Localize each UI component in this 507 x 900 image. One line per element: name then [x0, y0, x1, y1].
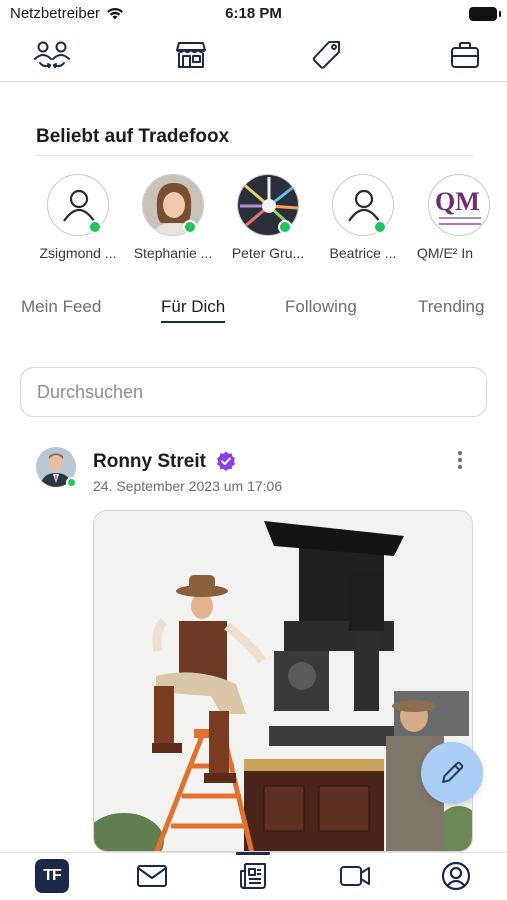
- popular-user-name: Stephanie ...: [133, 245, 213, 261]
- tab-following[interactable]: Following: [285, 297, 357, 317]
- popular-user-name: Zsigmond ...: [39, 245, 117, 261]
- popular-users-carousel[interactable]: Zsigmond ... Stephanie ... Peter Gru... …: [0, 174, 507, 274]
- store-icon[interactable]: [171, 38, 211, 72]
- briefcase-icon[interactable]: [445, 38, 485, 72]
- clock: 6:18 PM: [225, 5, 282, 22]
- video-icon[interactable]: [335, 858, 375, 894]
- tradefoox-logo[interactable]: TF: [32, 858, 72, 894]
- popular-user[interactable]: Peter Gru...: [218, 174, 318, 261]
- online-indicator: [183, 220, 197, 234]
- compose-button[interactable]: [421, 742, 483, 804]
- popular-title: Beliebt auf Tradefoox: [36, 126, 230, 147]
- feed-tabs: Mein Feed Für Dich Following Trending: [0, 297, 507, 327]
- search-input[interactable]: [20, 367, 487, 417]
- popular-user-name: QM/E² In: [417, 245, 474, 261]
- bottom-nav: TF: [0, 852, 507, 900]
- newspaper-icon[interactable]: [233, 852, 273, 894]
- popular-user[interactable]: Beatrice ...: [313, 174, 413, 261]
- more-options-icon[interactable]: [452, 448, 468, 472]
- tag-icon[interactable]: [307, 38, 347, 72]
- popular-user[interactable]: Stephanie ...: [123, 174, 223, 261]
- tradefoox-logo-mark: TF: [35, 859, 69, 893]
- mail-icon[interactable]: [132, 858, 172, 894]
- tab-fur-dich[interactable]: Für Dich: [161, 297, 226, 323]
- battery-icon: [469, 7, 501, 21]
- logo-subtext-lines: [439, 217, 481, 225]
- section-divider: [36, 155, 473, 156]
- tab-trending[interactable]: Trending: [418, 297, 484, 317]
- online-indicator: [373, 220, 387, 234]
- avatar: QM: [428, 174, 490, 236]
- online-indicator: [66, 477, 77, 488]
- post-author-name[interactable]: Ronny Streit: [93, 451, 206, 473]
- pencil-icon: [442, 761, 464, 783]
- popular-user-name: Beatrice ...: [329, 245, 397, 261]
- online-indicator: [88, 220, 102, 234]
- people-icon[interactable]: [32, 38, 72, 72]
- popular-user[interactable]: Zsigmond ...: [28, 174, 128, 261]
- tab-mein-feed[interactable]: Mein Feed: [21, 297, 101, 317]
- post-date: 24. September 2023 um 17:06: [93, 478, 283, 494]
- film-set-photo: [94, 511, 472, 851]
- status-bar: Netzbetreiber 6:18 PM: [0, 0, 507, 28]
- company-logo: QM: [435, 187, 480, 216]
- profile-icon[interactable]: [436, 858, 476, 894]
- online-indicator: [278, 220, 292, 234]
- post-image[interactable]: [93, 510, 473, 852]
- popular-user[interactable]: QM QM/E² In: [408, 174, 490, 261]
- verified-badge-icon: [217, 451, 235, 471]
- top-nav: [0, 30, 507, 82]
- popular-user-name: Peter Gru...: [231, 245, 305, 261]
